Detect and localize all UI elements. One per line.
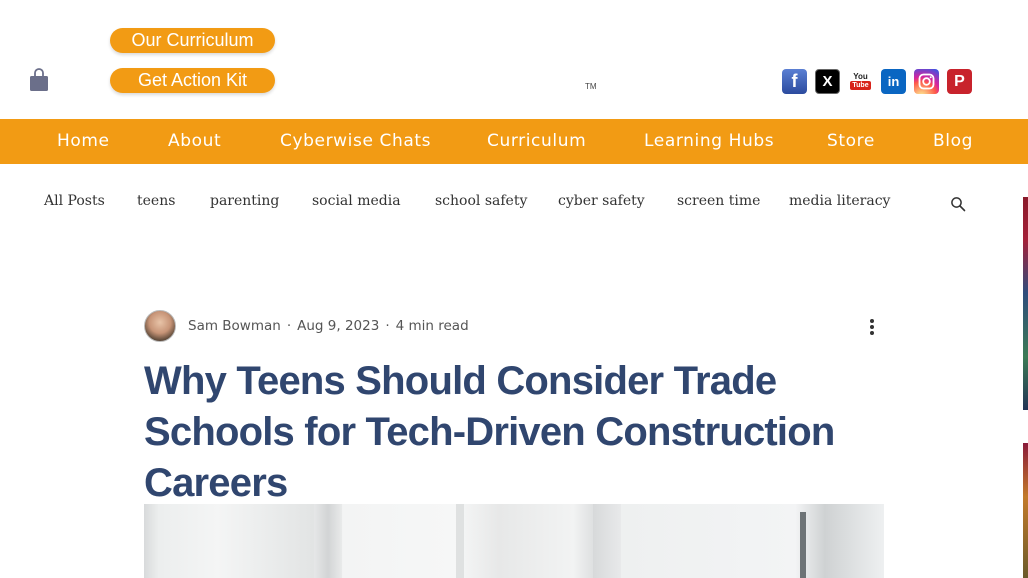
author-avatar[interactable] <box>144 310 176 342</box>
meta-separator: · <box>385 318 390 334</box>
main-nav: Home About Cyberwise Chats Curriculum Le… <box>0 119 1028 164</box>
meta-separator: · <box>286 318 292 334</box>
more-actions-icon[interactable] <box>866 318 878 336</box>
post-date: Aug 9, 2023 <box>297 318 380 334</box>
x-icon[interactable]: X <box>815 69 840 94</box>
category-all-posts[interactable]: All Posts <box>44 193 105 209</box>
pinterest-icon[interactable]: P <box>947 69 972 94</box>
post-title: Why Teens Should Consider Trade Schools … <box>144 359 835 505</box>
category-parenting[interactable]: parenting <box>210 193 279 209</box>
category-teens[interactable]: teens <box>137 193 175 209</box>
nav-item-about[interactable]: About <box>168 119 221 164</box>
nav-item-learning-hubs[interactable]: Learning Hubs <box>644 119 774 164</box>
instagram-glyph-icon <box>918 73 935 90</box>
post-meta: Sam Bowman · Aug 9, 2023 · 4 min read <box>188 318 469 334</box>
instagram-icon[interactable] <box>914 69 939 94</box>
author-name[interactable]: Sam Bowman <box>188 318 281 334</box>
youtube-icon-bottom: Tube <box>850 81 871 90</box>
sidebar-image-edge <box>1023 197 1028 410</box>
category-media-literacy[interactable]: media literacy <box>789 193 890 209</box>
site-header: Our Curriculum Get Action Kit TM f X You… <box>0 0 1028 119</box>
nav-item-blog[interactable]: Blog <box>933 119 973 164</box>
read-time: 4 min read <box>395 318 469 334</box>
youtube-icon[interactable]: You Tube <box>848 69 873 94</box>
nav-item-curriculum[interactable]: Curriculum <box>487 119 586 164</box>
facebook-icon[interactable]: f <box>782 69 807 94</box>
shopping-bag-icon[interactable] <box>29 67 49 93</box>
linkedin-icon[interactable]: in <box>881 69 906 94</box>
sidebar-image-edge-2 <box>1023 443 1028 578</box>
nav-item-home[interactable]: Home <box>57 119 110 164</box>
category-cyber-safety[interactable]: cyber safety <box>558 193 645 209</box>
category-screen-time[interactable]: screen time <box>677 193 760 209</box>
our-curriculum-button[interactable]: Our Curriculum <box>110 28 275 53</box>
category-social-media[interactable]: social media <box>312 193 401 209</box>
nav-item-cyberwise-chats[interactable]: Cyberwise Chats <box>280 119 431 164</box>
trademark-mark: TM <box>585 82 597 91</box>
youtube-icon-top: You <box>853 72 868 81</box>
nav-item-store[interactable]: Store <box>827 119 875 164</box>
category-school-safety[interactable]: school safety <box>435 193 527 209</box>
social-links: f X You Tube in P <box>782 69 972 94</box>
get-action-kit-button[interactable]: Get Action Kit <box>110 68 275 93</box>
hero-image <box>144 504 884 578</box>
search-icon[interactable] <box>950 196 966 212</box>
